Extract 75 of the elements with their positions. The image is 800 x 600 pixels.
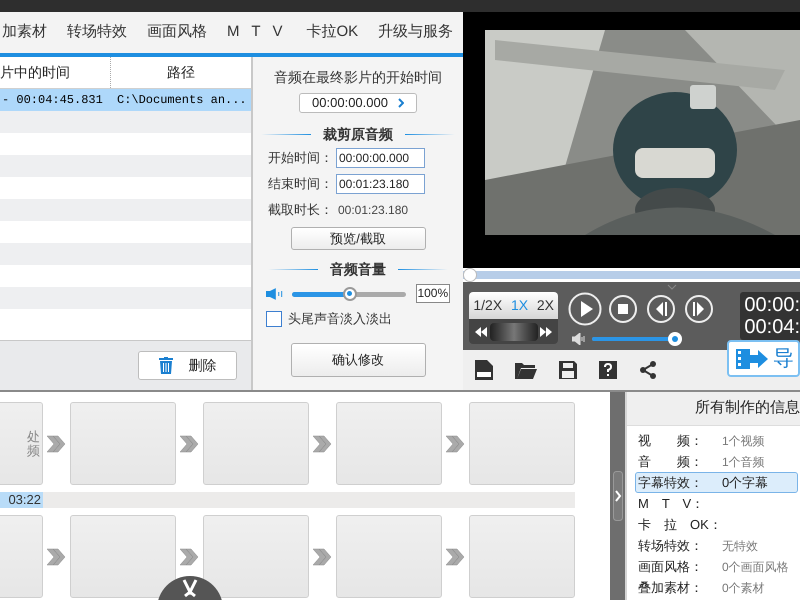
info-row[interactable]: 卡 拉 OK：: [635, 514, 798, 535]
chevron-right-icon: [398, 98, 404, 108]
list-row[interactable]: - 00:04:45.831 C:\Documents an...: [0, 89, 251, 111]
save-icon[interactable]: [559, 361, 577, 379]
clip-slot[interactable]: [203, 515, 309, 598]
preview-button[interactable]: 预览/截取: [290, 227, 426, 250]
field-label: 截取时长：: [268, 201, 334, 220]
info-row[interactable]: 转场特效： 无特效: [635, 535, 798, 556]
column-header[interactable]: 路径: [111, 57, 251, 88]
duration-value: 00:01:23.180: [337, 202, 408, 219]
volume-slider[interactable]: [292, 286, 406, 300]
info-row[interactable]: M T V：: [635, 493, 798, 514]
time-button[interactable]: 00:00:00.000: [299, 93, 417, 113]
delete-button[interactable]: 删除: [138, 351, 237, 380]
expand-handle-icon[interactable]: [612, 471, 622, 521]
time-input[interactable]: 00:00:00.000: [336, 148, 425, 168]
share-icon[interactable]: [639, 361, 657, 379]
volume-reading: 100%: [416, 284, 450, 303]
export-button[interactable]: 导: [727, 340, 800, 377]
tab[interactable]: 画面风格: [137, 18, 217, 48]
checkbox[interactable]: [266, 310, 282, 327]
rewind-icon[interactable]: [475, 326, 487, 336]
clip-slot[interactable]: [203, 402, 309, 485]
column-header[interactable]: 片中的时间: [0, 57, 111, 88]
info-row[interactable]: 画面风格： 0个画面风格: [635, 556, 798, 577]
clip-slot[interactable]: [336, 402, 442, 485]
speaker-icon[interactable]: [572, 333, 586, 345]
info-row[interactable]: 音 频： 1个音频: [635, 451, 798, 472]
play-icon[interactable]: [568, 292, 602, 326]
time-label: 03:22: [0, 492, 43, 508]
info-row[interactable]: 视 频： 1个视频: [635, 430, 798, 451]
speed-option[interactable]: 1/2X: [473, 295, 502, 316]
section-heading: 裁剪原音频: [323, 124, 393, 144]
clip-slot[interactable]: [469, 515, 575, 598]
folder-icon[interactable]: [515, 361, 537, 379]
time-input[interactable]: 00:01:23.180: [336, 174, 425, 194]
clip-slot[interactable]: [70, 515, 176, 598]
tab[interactable]: 加素材: [0, 18, 57, 48]
field-label: 结束时间：: [268, 175, 334, 194]
chevron-arrow-icon: [446, 548, 465, 566]
new-file-icon[interactable]: [475, 360, 493, 380]
table-cell-text: - 00:04:45.831: [1, 92, 104, 109]
help-icon[interactable]: [599, 361, 617, 379]
chevron-arrow-icon: [180, 434, 199, 452]
clip-slot[interactable]: [336, 515, 442, 598]
field-label: 开始时间：: [268, 149, 334, 168]
export-icon: [736, 348, 768, 368]
trash-icon: [158, 357, 172, 374]
info-row[interactable]: 字幕特效： 0个字幕: [635, 472, 798, 493]
info-row[interactable]: 叠加素材： 0个素材: [635, 577, 798, 598]
fast-forward-icon[interactable]: [540, 326, 552, 336]
clip-slot[interactable]: [469, 402, 575, 485]
table-cell-text: C:\Documents an...: [116, 92, 248, 109]
panel-title: 所有制作的信息: [627, 392, 800, 426]
confirm-button[interactable]: 确认修改: [290, 342, 426, 376]
volume-slider[interactable]: [592, 332, 682, 346]
tab[interactable]: M T V: [217, 18, 296, 48]
clip-slot[interactable]: [70, 402, 176, 485]
speed-option[interactable]: 2X: [536, 295, 554, 316]
tab[interactable]: 转场特效: [57, 18, 137, 48]
section-heading: 音频音量: [330, 260, 386, 278]
tab[interactable]: 升级与服务: [368, 18, 464, 48]
chevron-arrow-icon: [313, 548, 332, 566]
chevron-arrow-icon: [47, 548, 66, 566]
time-display: 00:00: 00:04:: [740, 292, 800, 340]
hint-text: 处: [27, 430, 40, 444]
hint-text: 频: [27, 444, 40, 458]
jog-wheel[interactable]: [490, 322, 538, 340]
chevron-arrow-icon: [47, 434, 66, 452]
tab[interactable]: 卡拉OK: [296, 18, 368, 48]
section-label: 音频在最终影片的开始时间: [274, 68, 442, 87]
checkbox-label: 头尾声音淡入淡出: [288, 310, 392, 328]
chevron-arrow-icon: [446, 434, 465, 452]
chevron-arrow-icon: [313, 434, 332, 452]
chevron-arrow-icon: [180, 548, 199, 566]
